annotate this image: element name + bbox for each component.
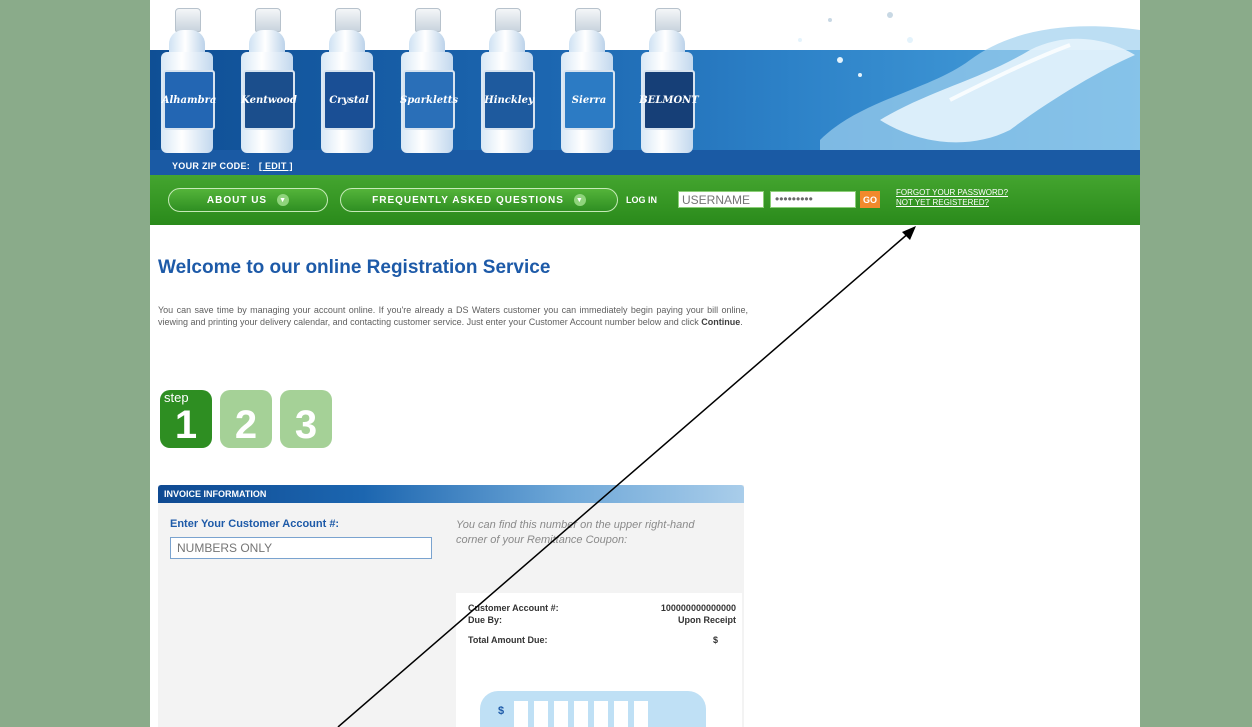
brand-label: Crystal xyxy=(323,70,375,130)
bottle-kentwood[interactable]: Kentwood xyxy=(238,8,297,153)
brand-label: Kentwood xyxy=(241,70,297,130)
coupon-due-value: Upon Receipt xyxy=(677,615,736,625)
intro-text: You can save time by managing your accou… xyxy=(158,305,748,327)
step-label: step xyxy=(164,390,189,405)
step-1: step 1 xyxy=(160,390,212,448)
coupon-total-label: Total Amount Due: xyxy=(468,635,548,645)
zip-edit-link[interactable]: [ EDIT ] xyxy=(259,161,293,171)
bottle-crystal[interactable]: Crystal xyxy=(318,8,376,153)
coupon-account-row: Customer Account #: 100000000000000 xyxy=(468,603,736,613)
brand-bottles: Alhambra Kentwood Crystal Sparkletts Hin… xyxy=(158,8,718,153)
intro-continue: Continue xyxy=(701,317,741,327)
dollar-sign: $ xyxy=(498,705,505,717)
step-1-number: 1 xyxy=(174,403,198,447)
faq-menu[interactable]: FREQUENTLY ASKED QUESTIONS ▼ xyxy=(340,188,618,212)
amount-cell xyxy=(634,701,648,727)
zip-code-label: YOUR ZIP CODE: xyxy=(172,161,251,171)
page-title: Welcome to our online Registration Servi… xyxy=(158,257,551,278)
brand-label: Sparkletts xyxy=(400,70,458,130)
amount-cell xyxy=(514,701,528,727)
main-nav: ABOUT US ▼ FREQUENTLY ASKED QUESTIONS ▼ … xyxy=(150,175,1140,225)
bottle-sierra[interactable]: Sierra xyxy=(558,8,616,153)
coupon-total-value: $ xyxy=(712,635,718,645)
intro-body: You can save time by managing your accou… xyxy=(158,305,748,327)
amount-cell xyxy=(534,701,548,727)
login-links: FORGOT YOUR PASSWORD? NOT YET REGISTERED… xyxy=(896,188,1008,208)
faq-label: FREQUENTLY ASKED QUESTIONS xyxy=(372,194,564,206)
invoice-heading: INVOICE INFORMATION xyxy=(158,485,744,503)
bottle-belmont[interactable]: BELMONT xyxy=(638,8,699,153)
about-us-menu[interactable]: ABOUT US ▼ xyxy=(168,188,328,212)
coupon-due-row: Due By: Upon Receipt xyxy=(468,615,736,625)
account-label: Enter Your Customer Account #: xyxy=(170,518,340,530)
bottle-alhambra[interactable]: Alhambra xyxy=(158,8,216,153)
step-2: 2 xyxy=(220,390,272,448)
about-us-label: ABOUT US xyxy=(206,194,268,206)
brand-label: Hinckley xyxy=(483,70,535,130)
coupon-account-label: Customer Account #: xyxy=(468,603,559,613)
invoice-panel: INVOICE INFORMATION Enter Your Customer … xyxy=(158,485,744,727)
amount-cell xyxy=(614,701,628,727)
account-hint: You can find this number on the upper ri… xyxy=(456,519,695,546)
bottle-sparkletts[interactable]: Sparkletts xyxy=(398,8,458,153)
amount-cell xyxy=(594,701,608,727)
zip-code-row: YOUR ZIP CODE: [ EDIT ] xyxy=(172,161,293,171)
chevron-down-icon: ▼ xyxy=(573,194,586,206)
bottle-hinckley[interactable]: Hinckley xyxy=(478,8,536,153)
account-number-input[interactable] xyxy=(170,537,432,559)
amount-cell xyxy=(554,701,568,727)
step-3-number: 3 xyxy=(294,403,318,447)
register-link[interactable]: NOT YET REGISTERED? xyxy=(896,198,1008,208)
amount-cell xyxy=(574,701,588,727)
brand-label: BELMONT xyxy=(639,70,699,130)
remittance-coupon-sample: Customer Account #: 100000000000000 Due … xyxy=(456,593,742,727)
go-button[interactable]: GO xyxy=(860,191,880,208)
coupon-account-value: 100000000000000 xyxy=(660,603,736,613)
login-label: LOG IN xyxy=(626,195,657,205)
zip-bar xyxy=(150,150,1140,175)
brand-label: Sierra xyxy=(563,70,615,130)
forgot-password-link[interactable]: FORGOT YOUR PASSWORD? xyxy=(896,188,1008,198)
coupon-total-row: Total Amount Due: $ xyxy=(468,635,736,645)
step-2-number: 2 xyxy=(234,403,258,447)
step-3: 3 xyxy=(280,390,332,448)
chevron-down-icon: ▼ xyxy=(277,194,290,206)
brand-label: Alhambra xyxy=(162,70,216,130)
password-field[interactable]: ••••••••• xyxy=(770,191,856,208)
page-container: Alhambra Kentwood Crystal Sparkletts Hin… xyxy=(150,0,1140,727)
water-splash-graphic xyxy=(798,12,1140,150)
coupon-amount-box: $ xyxy=(480,691,706,727)
username-input[interactable] xyxy=(678,191,764,208)
coupon-due-label: Due By: xyxy=(468,615,503,625)
